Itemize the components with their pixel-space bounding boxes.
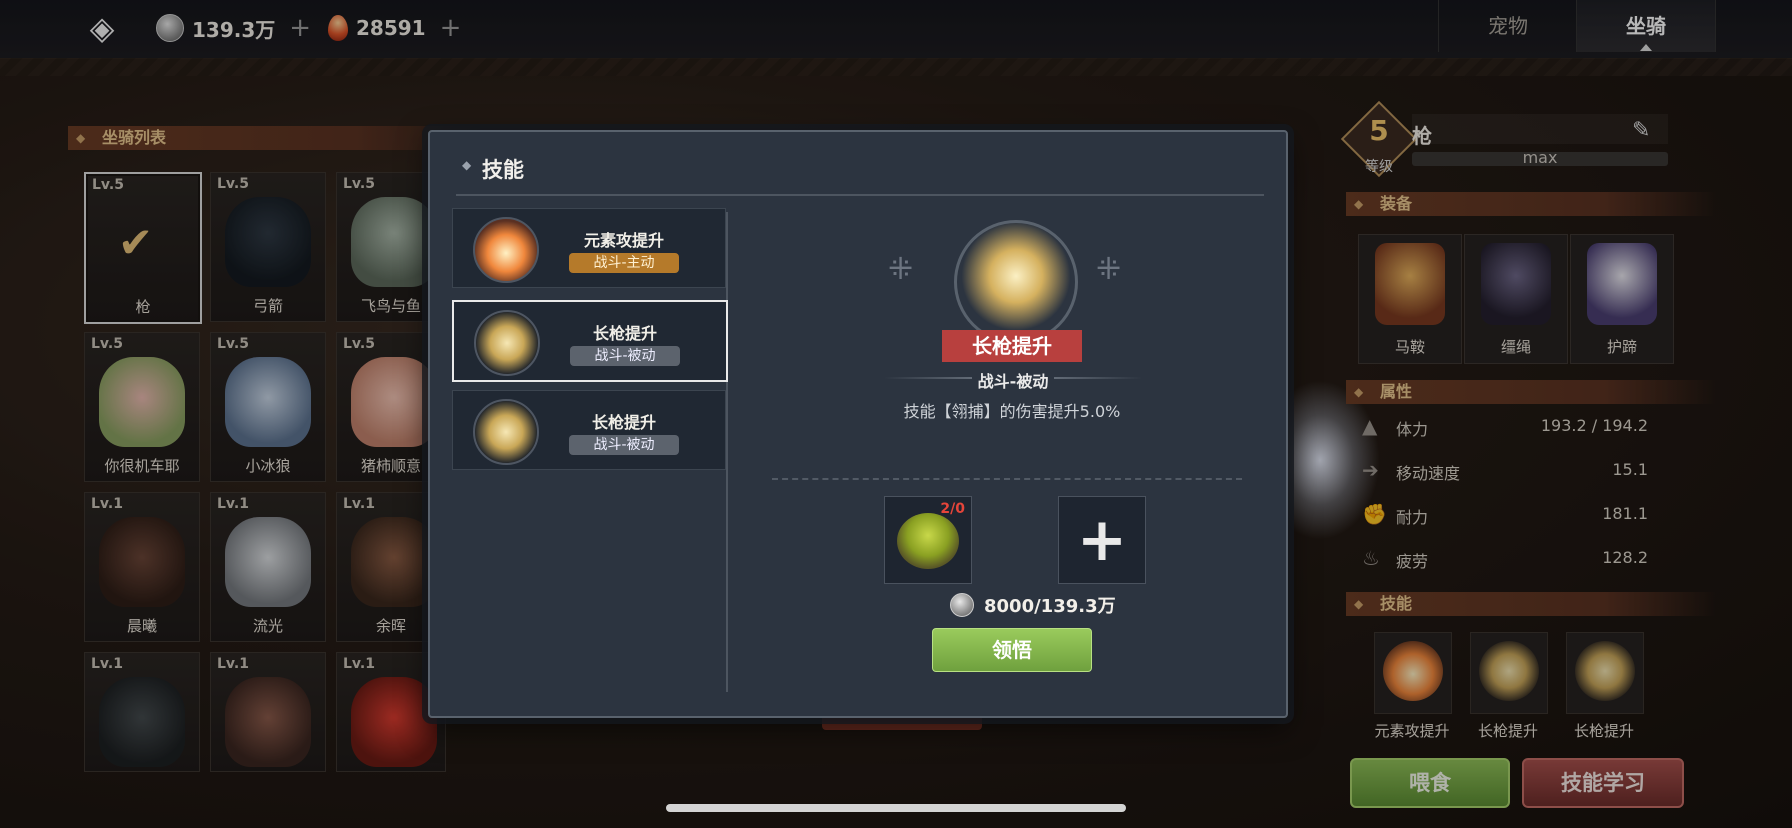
skill-tag: 战斗-主动 xyxy=(569,253,679,273)
fire-skill-icon xyxy=(473,217,539,283)
skill-list-item-3[interactable]: 长枪提升 战斗-被动 xyxy=(452,390,726,470)
left-ornament-icon: ⁜ xyxy=(888,252,914,287)
right-ornament-icon: ⁜ xyxy=(1096,252,1122,287)
selected-skill-spear-icon xyxy=(954,220,1078,344)
skill-type-text: 战斗-被动 xyxy=(971,372,1055,391)
comprehend-cost: 8000/139.3万 xyxy=(950,592,1116,618)
skill-name: 元素攻提升 xyxy=(583,231,664,250)
title-divider xyxy=(456,194,1264,196)
skill-list-item-2[interactable]: 长枪提升 战斗-被动 xyxy=(452,300,728,382)
silver-coin-icon xyxy=(950,593,974,617)
selected-skill-type: 战斗-被动 xyxy=(900,368,1126,392)
skill-tag: 战斗-被动 xyxy=(569,435,679,455)
fruit-bowl-icon xyxy=(897,513,959,569)
home-indicator xyxy=(666,804,1126,812)
modal-title: 技能 xyxy=(482,158,524,182)
skill-list-item-1[interactable]: 元素攻提升 战斗-主动 xyxy=(452,208,726,288)
comprehend-button[interactable]: 领悟 xyxy=(932,628,1092,672)
cost-text: 8000/139.3万 xyxy=(984,596,1116,617)
dashed-divider xyxy=(772,478,1242,480)
skill-tag: 战斗-被动 xyxy=(570,346,680,366)
skill-name: 长枪提升 xyxy=(591,413,656,432)
plus-icon: + xyxy=(1076,505,1128,575)
selected-skill-description: 技能【翎捕】的伤害提升5.0% xyxy=(903,402,1121,421)
material-slot[interactable]: 2/0 xyxy=(884,496,972,584)
skill-name: 长枪提升 xyxy=(592,324,657,343)
column-divider xyxy=(726,212,728,692)
add-material-slot[interactable]: + xyxy=(1058,496,1146,584)
material-count: 2/0 xyxy=(940,501,965,517)
selected-skill-name: 长枪提升 xyxy=(942,330,1082,362)
spear-skill-icon xyxy=(473,399,539,465)
skill-modal: ◆ 技能 元素攻提升 战斗-主动 长枪提升 战斗-被动 长枪提升 战斗-被动 ⁜… xyxy=(428,130,1288,718)
spear-skill-icon xyxy=(474,310,540,376)
title-bullet-icon: ◆ xyxy=(462,158,472,172)
